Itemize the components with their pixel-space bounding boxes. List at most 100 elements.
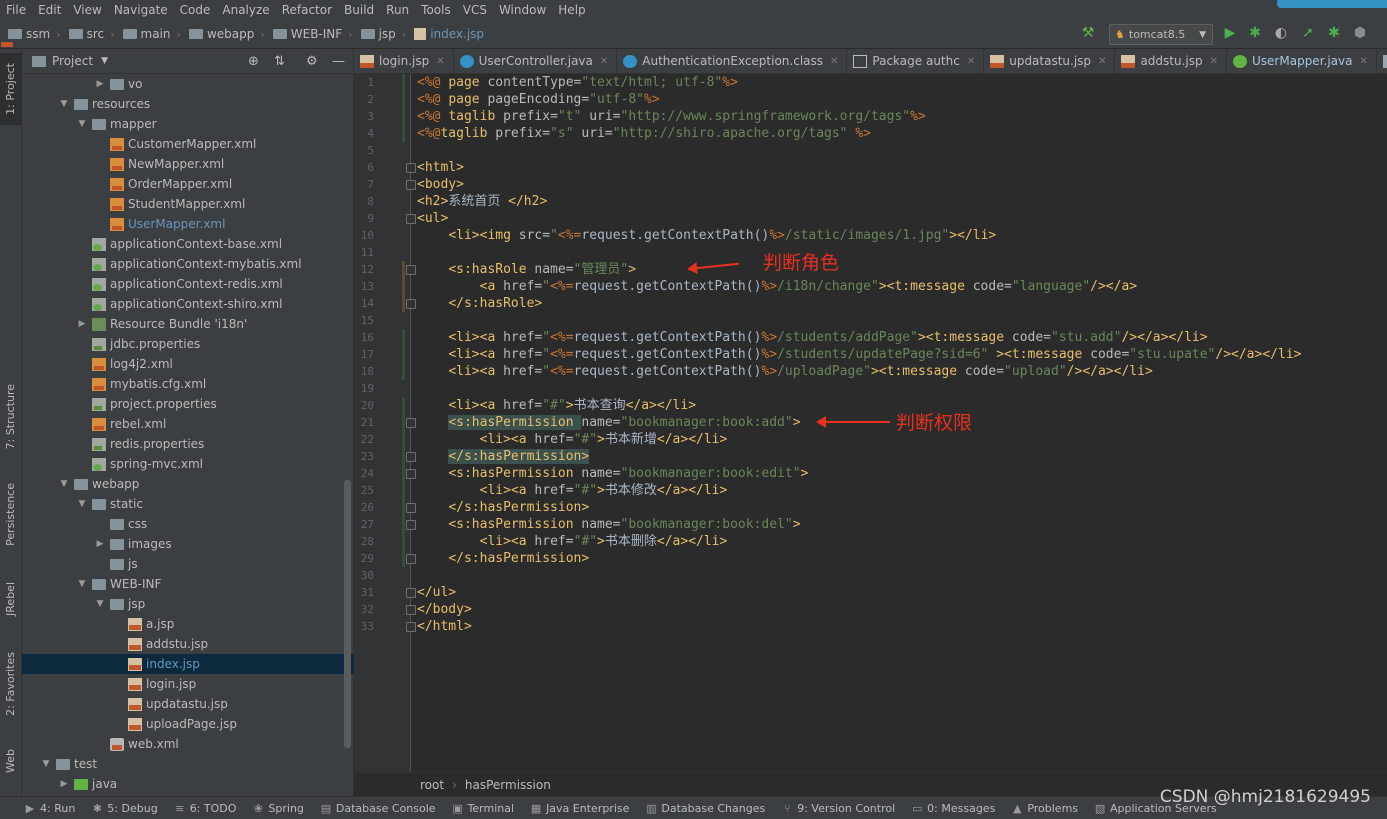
coverage-icon[interactable]: ◐ (1273, 25, 1289, 41)
tab-favorites[interactable]: 2: Favorites (0, 643, 21, 725)
fold-marker-icon[interactable] (406, 588, 416, 598)
menu-item-analyze[interactable]: Analyze (216, 3, 275, 17)
menu-item-run[interactable]: Run (380, 3, 415, 17)
tree-item-applicationcontext-shiro-xml[interactable]: applicationContext-shiro.xml (22, 294, 407, 314)
tool-window-terminal[interactable]: ▣ Terminal (444, 802, 523, 815)
menu-item-vcs[interactable]: VCS (457, 3, 493, 17)
debug-icon[interactable]: ✱ (1247, 25, 1263, 41)
menu-item-navigate[interactable]: Navigate (108, 3, 174, 17)
code-editor[interactable]: 1 2 3 4 5 6 7 8 9 10 11 12 13 14 15 16 17 18 19 20 21 22 23 24 2… (354, 74, 1387, 772)
fold-marker-icon[interactable] (406, 299, 416, 309)
fold-marker-icon[interactable] (406, 418, 416, 428)
tree-item-resource-bundle-i18n[interactable]: ▶ Resource Bundle 'i18n' (22, 314, 407, 334)
tool-window-database-changes[interactable]: ▥ Database Changes (637, 802, 773, 815)
expand-arrow-icon[interactable]: ▶ (76, 319, 88, 329)
tab-updatastu-jsp[interactable]: updatastu.jsp ✕ (984, 49, 1116, 73)
build-hammer-icon[interactable]: ⚒ (1080, 25, 1096, 41)
run-icon[interactable]: ▶ (1222, 25, 1238, 41)
collapse-all-icon[interactable]: ⇅ (274, 54, 285, 69)
tree-item-jdbc-properties[interactable]: jdbc.properties (22, 334, 407, 354)
expand-arrow-icon[interactable]: ▶ (58, 779, 70, 789)
editor-breadcrumb-root[interactable]: root (420, 778, 444, 792)
fold-marker-icon[interactable] (406, 520, 416, 530)
fold-marker-icon[interactable] (406, 605, 416, 615)
tree-item-java[interactable]: ▶ java (22, 774, 389, 794)
expand-arrow-icon[interactable]: ▼ (94, 599, 106, 609)
tool-window-4-run[interactable]: ▶ 4: Run (16, 802, 83, 815)
menu-item-code[interactable]: Code (174, 3, 217, 17)
expand-arrow-icon[interactable]: ▼ (76, 499, 88, 509)
project-panel-title[interactable]: Project (52, 54, 93, 68)
tab-localhost[interactable]: @localhost✕ (1377, 49, 1387, 73)
tool-window-database-console[interactable]: ▤ Database Console (312, 802, 444, 815)
tree-item-test[interactable]: ▼ test (22, 754, 371, 774)
tree-item-mapper[interactable]: ▼ mapper (22, 114, 407, 134)
menu-item-file[interactable]: File (0, 3, 32, 17)
tree-item-resources[interactable]: ▼ resources (22, 94, 389, 114)
breadcrumb-item-main[interactable]: main › (115, 27, 181, 41)
close-icon[interactable]: ✕ (967, 56, 975, 67)
tool-window-5-debug[interactable]: ✱ 5: Debug (83, 802, 165, 815)
expand-arrow-icon[interactable]: ▼ (40, 759, 52, 769)
tree-item-applicationcontext-redis-xml[interactable]: applicationContext-redis.xml (22, 274, 407, 294)
close-icon[interactable]: ✕ (1210, 56, 1218, 67)
menu-item-window[interactable]: Window (493, 3, 552, 17)
breadcrumb-item-jsp[interactable]: jsp › (353, 27, 406, 41)
fold-marker-icon[interactable] (406, 265, 416, 275)
gear-icon[interactable]: ⚙ (306, 54, 318, 69)
jrebel-run-icon[interactable]: ➚ (1300, 25, 1316, 41)
fold-marker-icon[interactable] (406, 452, 416, 462)
tab-persistence[interactable]: Persistence (0, 473, 21, 555)
run-configuration-select[interactable]: ♞ tomcat8.5 ▼ (1109, 24, 1213, 45)
tree-item-applicationcontext-mybatis-xml[interactable]: applicationContext-mybatis.xml (22, 254, 407, 274)
fold-marker-icon[interactable] (406, 214, 416, 224)
close-icon[interactable]: ✕ (436, 56, 444, 67)
expand-arrow-icon[interactable]: ▼ (76, 119, 88, 129)
breadcrumb-item-index-jsp[interactable]: index.jsp (406, 27, 484, 41)
tab-usermapper-java[interactable]: UserMapper.java ✕ (1227, 49, 1377, 73)
tree-item-applicationcontext-base-xml[interactable]: applicationContext-base.xml (22, 234, 407, 254)
breadcrumb-item-web-inf[interactable]: WEB-INF › (265, 27, 353, 41)
breadcrumb-item-ssm[interactable]: ssm › (0, 27, 61, 41)
jrebel-debug-icon[interactable]: ✱ (1326, 25, 1342, 41)
tab-authenticationexception-class[interactable]: AuthenticationException.class ✕ (617, 49, 848, 73)
chevron-down-icon[interactable]: ▼ (101, 56, 108, 66)
menu-item-help[interactable]: Help (552, 3, 591, 17)
breadcrumb-item-src[interactable]: src › (61, 27, 115, 41)
menu-item-refactor[interactable]: Refactor (276, 3, 338, 17)
tool-window-problems[interactable]: ▲ Problems (1003, 802, 1086, 815)
tab-login-jsp[interactable]: login.jsp ✕ (354, 49, 454, 73)
close-icon[interactable]: ✕ (830, 56, 838, 67)
tree-item-mybatis-cfg-xml[interactable]: mybatis.cfg.xml (22, 374, 407, 394)
fold-marker-icon[interactable] (406, 180, 416, 190)
fold-marker-icon[interactable] (406, 469, 416, 479)
tree-item-rebel-xml[interactable]: rebel.xml (22, 414, 407, 434)
locate-file-icon[interactable]: ⊕ (248, 54, 259, 69)
fold-marker-icon[interactable] (406, 503, 416, 513)
tree-item-redis-properties[interactable]: redis.properties (22, 434, 407, 454)
tree-item-spring-mvc-xml[interactable]: spring-mvc.xml (22, 454, 407, 474)
fold-marker-icon[interactable] (406, 163, 416, 173)
menu-item-tools[interactable]: Tools (415, 3, 457, 17)
tool-window-java-enterprise[interactable]: ▦ Java Enterprise (522, 802, 637, 815)
breadcrumb-item-webapp[interactable]: webapp › (181, 27, 265, 41)
tree-item-project-properties[interactable]: project.properties (22, 394, 407, 414)
tab-addstu-jsp[interactable]: addstu.jsp ✕ (1115, 49, 1228, 73)
fold-marker-icon[interactable] (406, 554, 416, 564)
menu-item-view[interactable]: View (67, 3, 107, 17)
expand-arrow-icon[interactable]: ▼ (76, 579, 88, 589)
project-scrollbar[interactable] (344, 480, 351, 748)
tool-window-6-todo[interactable]: ≡ 6: TODO (166, 802, 245, 815)
close-icon[interactable]: ✕ (1098, 56, 1106, 67)
stop-icon[interactable]: ⬢ (1352, 25, 1368, 41)
tab-jrebel[interactable]: JRebel (0, 569, 21, 629)
expand-arrow-icon[interactable]: ▶ (94, 79, 106, 89)
menu-item-build[interactable]: Build (338, 3, 380, 17)
tool-window-0-messages[interactable]: ▭ 0: Messages (903, 802, 1003, 815)
tab-structure[interactable]: 7: Structure (0, 377, 21, 457)
tab-project[interactable]: 1: Project (0, 53, 21, 125)
tree-item-webapp[interactable]: ▼ webapp (22, 474, 389, 494)
fold-marker-icon[interactable] (406, 622, 416, 632)
expand-arrow-icon[interactable]: ▶ (94, 539, 106, 549)
close-icon[interactable]: ✕ (600, 56, 608, 67)
